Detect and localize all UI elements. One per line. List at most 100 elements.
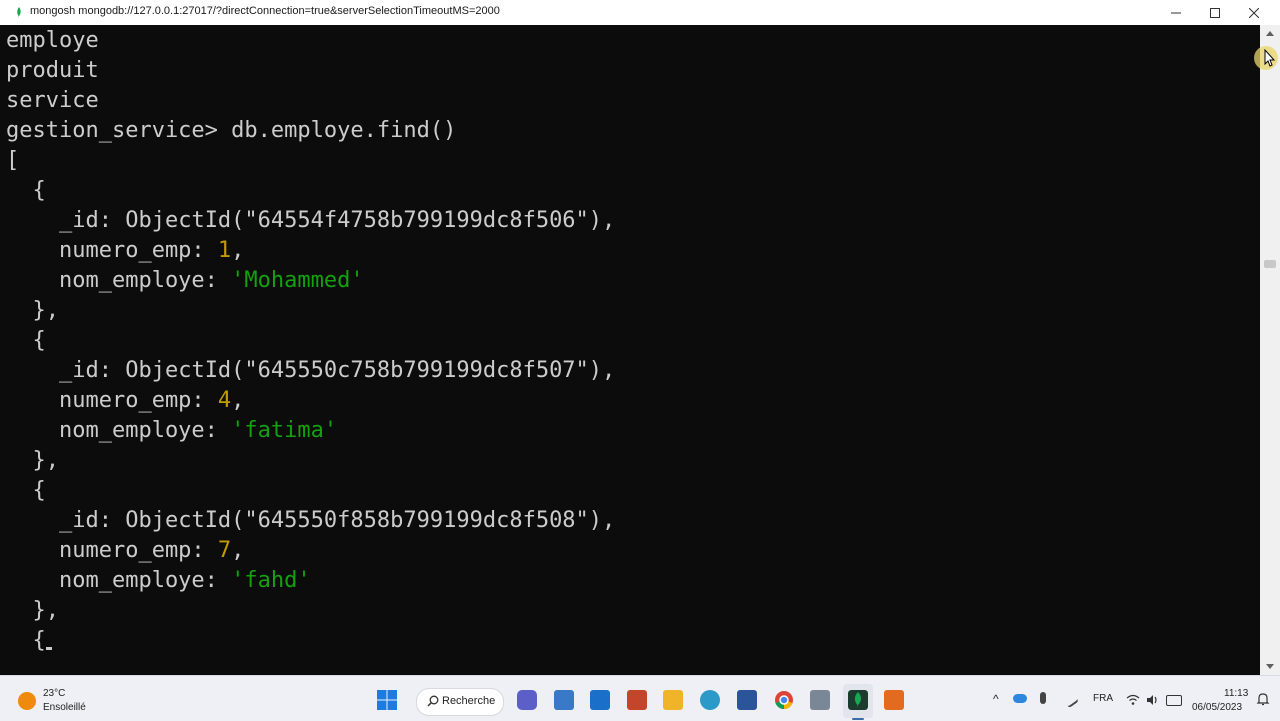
language-indicator[interactable]: FRA: [1093, 693, 1113, 704]
window-title: mongosh mongodb://127.0.0.1:27017/?direc…: [30, 5, 500, 17]
field-key: numero_emp:: [6, 238, 218, 263]
windows-start-icon[interactable]: [376, 689, 398, 711]
terminal-line: nom_employe: 'fahd': [6, 566, 311, 596]
punctuation: ,: [231, 238, 245, 263]
terminal-line: _id: ObjectId("64554f4758b799199dc8f506"…: [6, 206, 615, 236]
battery-icon[interactable]: [1166, 695, 1182, 706]
notification-bell-icon[interactable]: [1256, 692, 1270, 706]
microphone-icon[interactable]: [1040, 692, 1046, 704]
terminal-line: },: [6, 596, 59, 626]
shell-command: db.employe.find(): [231, 118, 457, 143]
minimize-icon: [1171, 12, 1181, 13]
field-key: nom_employe:: [6, 568, 232, 593]
mongodb-compass-icon[interactable]: [848, 690, 868, 710]
onedrive-cloud-icon[interactable]: [1013, 694, 1027, 703]
recorder-app-icon[interactable]: [884, 690, 904, 710]
snipping-tool-icon[interactable]: [810, 690, 830, 710]
output-text: },: [6, 298, 59, 323]
scroll-up-arrow-icon[interactable]: [1263, 28, 1277, 40]
field-value: ObjectId("645550f858b799199dc8f508"),: [125, 508, 616, 533]
field-key: _id:: [6, 508, 126, 533]
punctuation: ,: [231, 388, 245, 413]
terminal-line: },: [6, 296, 59, 326]
volume-icon[interactable]: [1146, 694, 1160, 706]
close-icon: [1249, 7, 1259, 18]
file-explorer-icon[interactable]: [663, 690, 683, 710]
field-value: 'fatima': [231, 418, 338, 443]
word-icon[interactable]: [737, 690, 757, 710]
terminal-output[interactable]: employe produit service gestion_service> db…: [0, 25, 1260, 675]
field-value: 4: [217, 388, 232, 413]
field-value: 'Mohammed': [231, 268, 364, 293]
weather-sun-icon[interactable]: [18, 692, 36, 710]
terminal-line: _id: ObjectId("645550f858b799199dc8f508"…: [6, 506, 615, 536]
shell-prompt: gestion_service>: [6, 118, 232, 143]
scrollbar-thumb[interactable]: [1264, 260, 1276, 268]
close-button[interactable]: [1234, 0, 1274, 25]
terminal-line: service: [6, 86, 99, 116]
field-value: 7: [217, 538, 232, 563]
output-text: employe: [6, 28, 99, 53]
terminal-line: {: [6, 476, 46, 506]
output-text: {: [6, 178, 46, 203]
teams-chat-icon[interactable]: [517, 690, 537, 710]
wifi-icon[interactable]: [1126, 694, 1140, 706]
field-value: 1: [217, 238, 232, 263]
maximize-icon: [1210, 7, 1220, 18]
terminal-line: [: [6, 146, 19, 176]
terminal-line: {: [6, 626, 46, 656]
window-titlebar[interactable]: mongosh mongodb://127.0.0.1:27017/?direc…: [0, 0, 1280, 25]
mouse-cursor-icon: [1254, 46, 1278, 70]
chrome-icon[interactable]: [774, 690, 794, 710]
store-icon[interactable]: [554, 690, 574, 710]
pen-icon[interactable]: [1061, 689, 1079, 709]
terminal-line: _id: ObjectId("645550c758b799199dc8f507"…: [6, 356, 615, 386]
field-key: _id:: [6, 358, 126, 383]
mail-icon[interactable]: [590, 690, 610, 710]
vertical-scrollbar[interactable]: [1260, 25, 1280, 675]
terminal-line: {: [6, 176, 46, 206]
search-label: Recherche: [442, 695, 496, 707]
clock-date[interactable]: 06/05/2023: [1192, 702, 1242, 713]
field-key: _id:: [6, 208, 126, 233]
terminal-line: employe: [6, 26, 99, 56]
field-key: nom_employe:: [6, 418, 232, 443]
scroll-down-arrow-icon[interactable]: [1263, 660, 1277, 672]
output-text: service: [6, 88, 99, 113]
output-text: produit: [6, 58, 99, 83]
field-key: nom_employe:: [6, 268, 232, 293]
terminal-line: nom_employe: 'fatima': [6, 416, 337, 446]
maximize-button[interactable]: [1195, 0, 1235, 25]
punctuation: ,: [231, 538, 245, 563]
taskbar-search[interactable]: Recherche: [416, 688, 504, 716]
output-text: {: [6, 478, 46, 503]
output-text: },: [6, 448, 59, 473]
terminal-line: numero_emp: 1,: [6, 236, 244, 266]
search-icon: [427, 695, 439, 707]
weather-description[interactable]: Ensoleillé: [43, 702, 86, 713]
taskbar: 23°C Ensoleillé Recherche ^ FRA 11:13 06…: [0, 675, 1280, 721]
terminal-line: numero_emp: 4,: [6, 386, 244, 416]
mongodb-leaf-icon: [17, 7, 21, 18]
output-text: [: [6, 148, 20, 173]
terminal-line: numero_emp: 7,: [6, 536, 244, 566]
field-key: numero_emp:: [6, 538, 218, 563]
tray-overflow-chevron-icon[interactable]: ^: [993, 692, 999, 706]
powerpoint-icon[interactable]: [627, 690, 647, 710]
terminal-line: gestion_service> db.employe.find(): [6, 116, 456, 146]
terminal-line: },: [6, 446, 59, 476]
clock-time[interactable]: 11:13: [1224, 688, 1248, 699]
weather-temperature[interactable]: 23°C: [43, 688, 65, 699]
field-value: ObjectId("645550c758b799199dc8f507"),: [125, 358, 616, 383]
edge-browser-icon[interactable]: [700, 690, 720, 710]
field-key: numero_emp:: [6, 388, 218, 413]
terminal-line: produit: [6, 56, 99, 86]
text-cursor: [46, 647, 52, 650]
minimize-button[interactable]: [1156, 0, 1196, 25]
output-text: {: [6, 328, 46, 353]
field-value: ObjectId("64554f4758b799199dc8f506"),: [125, 208, 616, 233]
field-value: 'fahd': [231, 568, 311, 593]
output-text: },: [6, 598, 59, 623]
terminal-line: nom_employe: 'Mohammed': [6, 266, 364, 296]
output-text: {: [6, 628, 46, 653]
